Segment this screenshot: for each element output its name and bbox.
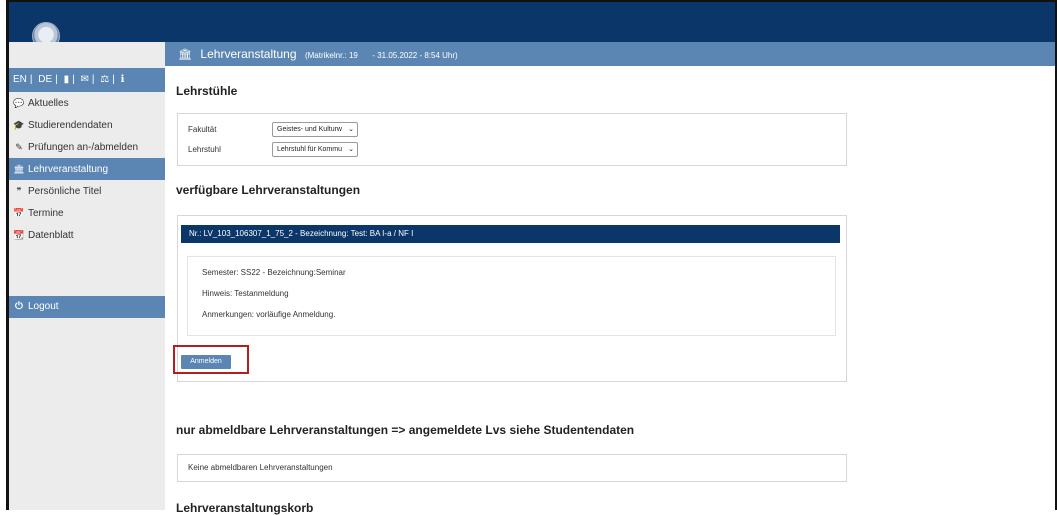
section-heading-lehrstuehle: Lehrstühle [176,84,238,98]
calendar-grid-icon: 📆 [13,230,25,240]
sidebar-item-label: Studierendendaten [28,120,113,131]
lang-en-link[interactable]: EN [13,74,27,85]
logout-button[interactable]: ⏻ Logout [9,296,165,318]
lehrstuhl-select[interactable]: Lehrstuhl für Kommu ⌄ [272,142,358,157]
calendar-icon: 📅 [13,208,25,218]
lang-de-link[interactable]: DE [38,74,52,85]
book-icon[interactable]: ▮ [64,74,70,85]
frame-left [0,0,9,510]
fakultaet-select-value: Geistes- und Kulturw [277,126,342,133]
lehrstuehle-panel [177,113,847,166]
sidebar-item-aktuelles[interactable]: 💬 Aktuelles [9,92,165,114]
sidebar-item-persoenliche-titel[interactable]: ❞ Persönliche Titel [9,180,165,202]
section-heading-verfuegbar: verfügbare Lehrveranstaltungen [176,183,361,197]
lehrstuhl-label: Lehrstuhl [188,145,221,154]
mail-icon[interactable]: ✉ [81,74,89,85]
info-icon[interactable]: ℹ [121,74,125,85]
sidebar-item-studierendendaten[interactable]: 🎓 Studierendendaten [9,114,165,136]
lehrstuhl-select-value: Lehrstuhl für Kommu [277,146,342,153]
sidebar-item-label: Prüfungen an-/abmelden [28,142,139,153]
logout-label: Logout [28,301,59,312]
course-anmerkungen: Anmerkungen: vorläufige Anmeldung. [202,310,336,319]
course-header: Nr.: LV_103_106307_1_75_2 - Bezeichnung:… [181,225,840,243]
page-header: 🏛 Lehrveranstaltung (Matrikelnr.: 19 - 3… [165,42,1055,66]
page-title: Lehrveranstaltung [200,47,297,61]
graduation-cap-icon: 🎓 [13,120,25,130]
quote-icon: ❞ [16,186,22,196]
fakultaet-label: Fakultät [188,125,217,134]
bank-icon: 🏛 [13,164,25,174]
course-semester: Semester: SS22 - Bezeichnung:Seminar [202,268,346,277]
sidebar-item-label: Datenblatt [28,230,74,241]
sidebar-item-termine[interactable]: 📅 Termine [9,202,165,224]
sidebar: EN | DE | ▮ | ✉ | ⚖ | ℹ 💬 Aktuelles 🎓 Studieren… [9,42,165,510]
top-bar [9,2,1055,50]
chevron-down-icon: ⌄ [348,126,354,133]
matrikel-info: (Matrikelnr.: 19 [304,51,358,60]
bank-icon: 🏛 [178,49,192,61]
scale-icon[interactable]: ⚖ [100,74,109,85]
comment-icon: 💬 [13,98,25,108]
chevron-down-icon: ⌄ [348,146,354,153]
sidebar-item-label: Aktuelles [28,98,69,109]
abmeldbar-empty-text: Keine abmeldbaren Lehrveranstaltungen [188,463,333,472]
sidebar-item-label: Termine [28,208,64,219]
sidebar-item-label: Persönliche Titel [28,186,102,197]
sidebar-item-lehrveranstaltung[interactable]: 🏛 Lehrveranstaltung [9,158,165,180]
edit-icon: ✎ [15,142,23,152]
fakultaet-select[interactable]: Geistes- und Kulturw ⌄ [272,122,358,137]
sidebar-item-pruefungen[interactable]: ✎ Prüfungen an-/abmelden [9,136,165,158]
section-heading-korb: Lehrveranstaltungskorb [176,501,314,515]
timestamp: - 31.05.2022 - 8:54 Uhr) [372,51,458,60]
section-heading-abmeldbar: nur abmeldbare Lehrveranstaltungen => an… [176,423,635,437]
sidebar-nav: 💬 Aktuelles 🎓 Studierendendaten ✎ Prüfungen… [9,92,165,246]
sidebar-item-datenblatt[interactable]: 📆 Datenblatt [9,224,165,246]
language-bar: EN | DE | ▮ | ✉ | ⚖ | ℹ [9,68,165,92]
course-hinweis: Hinweis: Testanmeldung [202,289,289,298]
power-icon: ⏻ [15,301,23,312]
sidebar-item-label: Lehrveranstaltung [28,164,109,175]
anmelden-button[interactable]: Anmelden [181,355,231,369]
